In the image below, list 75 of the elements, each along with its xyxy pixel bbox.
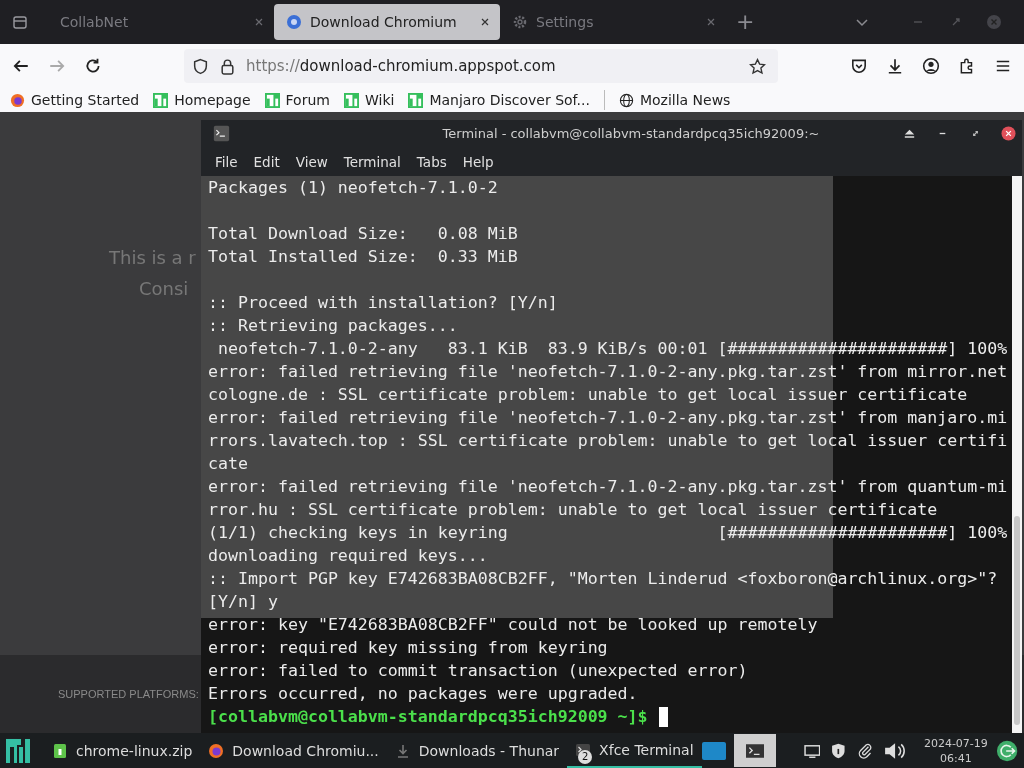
terminal-line: cologne.de : SSL certificate problem: unable to get local issuer certificate	[208, 385, 968, 404]
browser-tab[interactable]: Download Chromium	[274, 4, 500, 40]
terminal-line: Packages (1) neofetch-7.1.0-2	[208, 178, 498, 197]
tab-label: Settings	[536, 14, 594, 30]
logout-icon[interactable]	[995, 738, 1018, 763]
url-text: https://download-chromium.appspot.com	[246, 57, 556, 75]
account-icon[interactable]	[922, 57, 940, 75]
terminal-line: error: failed to commit transaction (unexpected error)	[208, 661, 748, 680]
terminal-line: neofetch-7.1.0-2-any 83.1 KiB 83.9 KiB/s 00:01 [######################] 100%	[217, 339, 1008, 358]
footer-label: SUPPORTED PLATFORMS:	[58, 688, 199, 700]
terminal-line: [Y/n] y	[208, 592, 278, 611]
bookmark[interactable]: Getting Started	[10, 92, 140, 108]
page-text: Consi	[139, 278, 189, 299]
bookmark[interactable]: Mozilla News	[618, 92, 731, 108]
terminal-icon	[213, 125, 230, 142]
lock-icon	[219, 57, 236, 75]
gear-icon	[512, 14, 528, 30]
archive-icon	[52, 742, 69, 759]
bookmark[interactable]: Forum	[264, 92, 330, 108]
terminal-line: error: failed retrieving file 'neofetch-7.1.0-2-any.pkg.tar.zst' from manjaro.mi	[208, 408, 1008, 427]
text-cursor	[658, 706, 668, 727]
close-icon[interactable]	[480, 17, 490, 27]
terminal-line: rror.hu : SSL certificate problem: unable to get local issuer certificate	[208, 500, 938, 519]
tab-list-icon[interactable]	[12, 14, 28, 30]
shield-icon[interactable]	[830, 741, 848, 760]
menu-item[interactable]: Terminal	[335, 153, 409, 170]
terminal-line: :: Proceed with installation? [Y/n]	[208, 293, 558, 312]
terminal-line: error: key "E742683BA08CB2FF" could not be looked up remotely	[208, 615, 818, 634]
terminal-icon	[745, 743, 764, 758]
terminal-line: :: Import PGP key E742683BA08CB2FF, "Morten Linderud <foxboron@archlinux.org>"?	[208, 569, 998, 588]
workspace-thumbnail[interactable]	[733, 734, 777, 767]
time-text: 06:41	[940, 750, 972, 766]
url-field[interactable]: https://download-chromium.appspot.com	[184, 49, 778, 83]
terminal-line: Total Installed Size: 0.33 MiB	[208, 247, 518, 266]
terminal-line: cate	[208, 454, 248, 473]
taskbar-item[interactable]: Downloads - Thunar	[386, 733, 568, 768]
browser-tab[interactable]: Settings	[500, 4, 726, 40]
prompt-line: [collabvm@collabvm-standardpcq35ich92009 ~]$	[208, 706, 648, 728]
browser-tab[interactable]: CollabNet	[48, 4, 274, 40]
taskbar-item[interactable]: chrome-linux.zip	[44, 733, 201, 768]
new-tab-button[interactable]: +	[736, 11, 755, 33]
terminal-line: error: required key missing from keyring	[208, 638, 608, 657]
terminal-line: :: Retrieving packages...	[208, 316, 458, 335]
terminal-line: error: failed retrieving file 'neofetch-7.1.0-2-any.pkg.tar.zst' from mirror.net	[208, 362, 1008, 381]
terminal-line: rrors.lavatech.top : SSL certificate problem: unable to get local issuer certifi	[208, 431, 1008, 450]
terminal-line: Total Download Size: 0.08 MiB	[208, 224, 518, 243]
bookmark[interactable]: Manjaro Discover Sof...	[408, 92, 590, 108]
menu-item[interactable]: Tabs	[408, 153, 455, 170]
download-icon[interactable]	[886, 57, 904, 75]
pocket-icon[interactable]	[850, 57, 868, 75]
menu-item[interactable]: File	[207, 153, 246, 170]
taskbar-item[interactable]: 2 Xfce Terminal	[567, 733, 702, 768]
bookmark[interactable]: Wiki	[343, 92, 395, 108]
bookmark[interactable]: Homepage	[153, 92, 251, 108]
star-icon[interactable]	[749, 57, 766, 75]
terminal-line: Errors occurred, no packages were upgraded.	[208, 684, 638, 703]
page-text: This is a r	[109, 247, 196, 268]
terminal-line: downloading required keys...	[208, 546, 488, 565]
terminal-line: (1/1) checking keys in keyring [######################] 100%	[208, 523, 1008, 542]
reload-icon[interactable]	[84, 57, 102, 75]
terminal-line: error: failed retrieving file 'neofetch-7.1.0-2-any.pkg.tar.zst' from quantum-mi	[208, 477, 1008, 496]
paperclip-icon[interactable]	[857, 741, 874, 760]
tab-label: CollabNet	[60, 14, 129, 30]
shield-icon	[192, 57, 209, 75]
volume-icon[interactable]	[883, 741, 906, 760]
close-icon[interactable]	[1001, 126, 1016, 141]
folder-icon[interactable]	[701, 739, 726, 762]
menu-item[interactable]: Help	[454, 153, 502, 170]
tab-label: Download Chromium	[310, 14, 457, 30]
scrollbar-thumb[interactable]	[1014, 516, 1020, 725]
menu-item[interactable]: View	[287, 153, 336, 170]
date-text: 2024-07-19	[923, 735, 988, 751]
window-title: Terminal - collabvm@collabvm-standardpcq35ich92009:~	[441, 126, 821, 141]
menu-item[interactable]: Edit	[245, 153, 288, 170]
taskbar-item[interactable]: Download Chromiu...	[200, 733, 387, 768]
